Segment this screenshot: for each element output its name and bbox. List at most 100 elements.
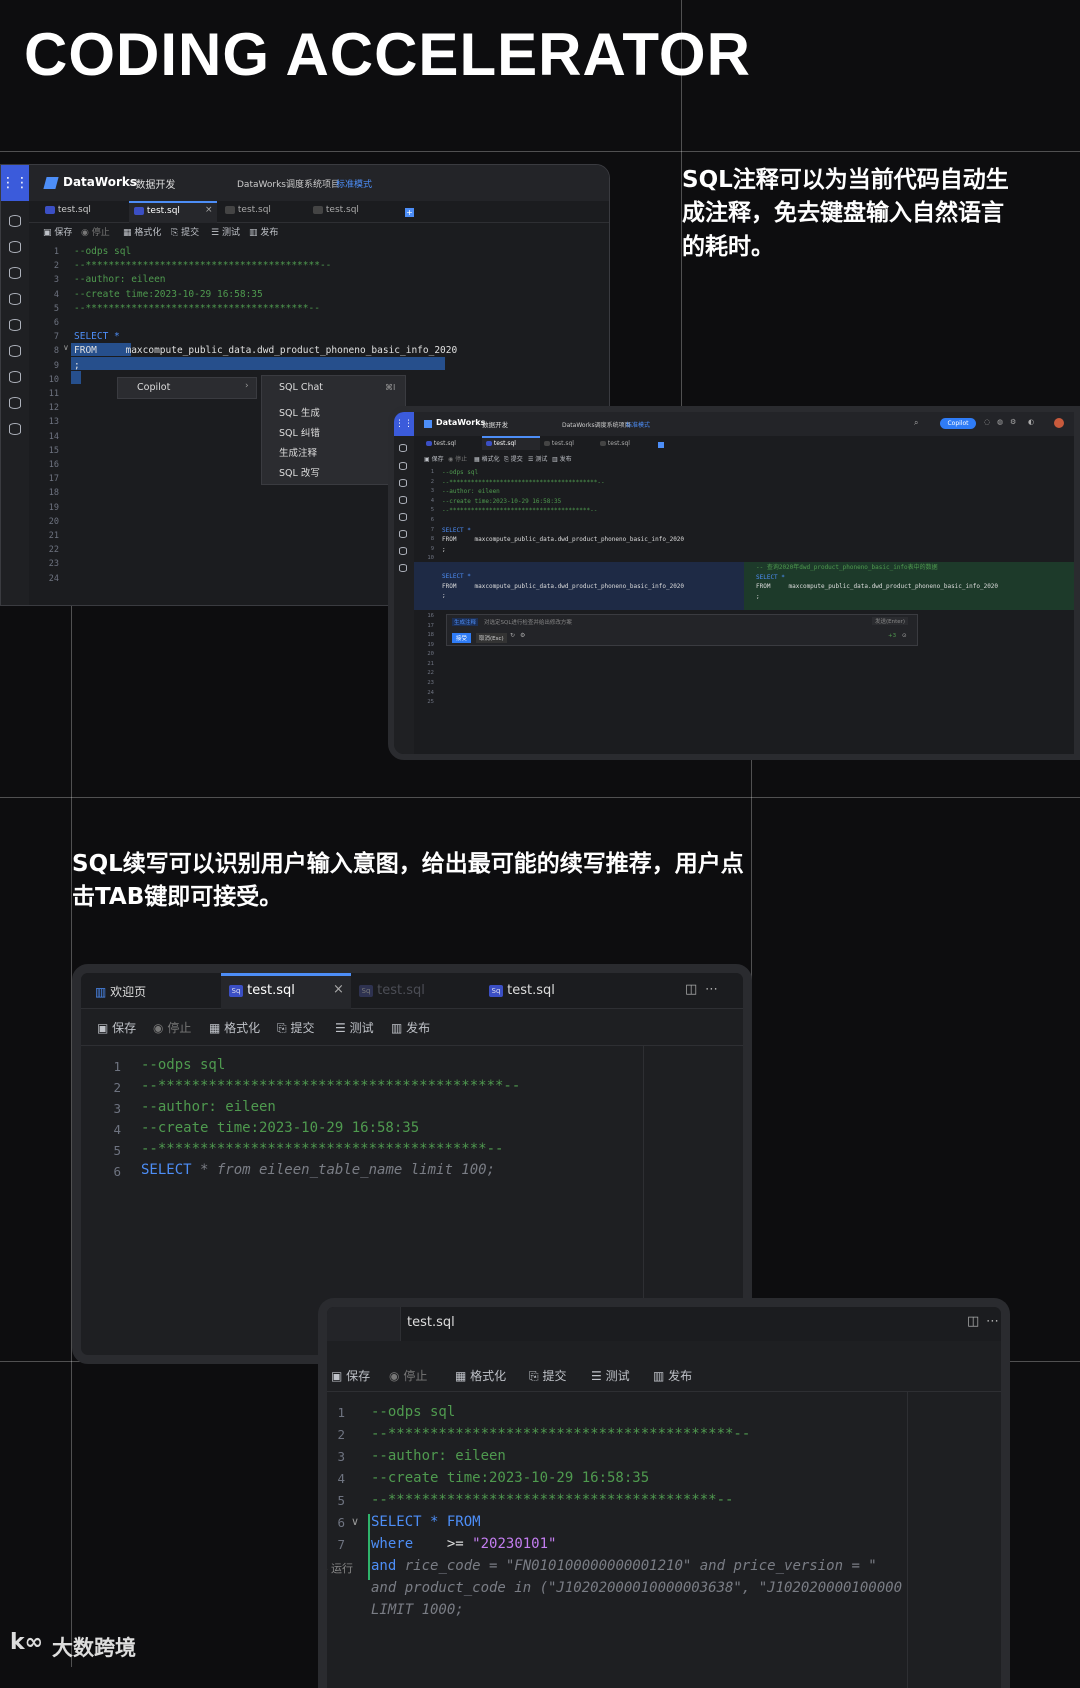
- settings-icon[interactable]: ⚙: [1010, 418, 1016, 426]
- cancel-button[interactable]: 取消(Esc): [476, 633, 507, 643]
- close-icon[interactable]: ×: [333, 982, 344, 997]
- copilot-button[interactable]: Copilot: [940, 418, 976, 429]
- tab-file-active[interactable]: test.sql: [486, 440, 516, 447]
- test-button[interactable]: ☰ 测试: [591, 1367, 630, 1384]
- bell-icon[interactable]: ◍: [997, 418, 1003, 426]
- database-icon[interactable]: [9, 215, 21, 227]
- send-button[interactable]: 发送(Enter): [872, 617, 909, 625]
- format-button[interactable]: ▦ 格式化: [455, 1367, 506, 1384]
- help-icon[interactable]: ◌: [984, 418, 990, 426]
- database-icon[interactable]: [399, 513, 407, 521]
- project-name[interactable]: DataWorks调度系统项目: [237, 177, 340, 190]
- test-button[interactable]: ☰ 测试: [528, 454, 547, 463]
- tab-file[interactable]: test.sql: [45, 205, 91, 215]
- menu-item-sql-generate[interactable]: SQL 生成: [279, 405, 320, 419]
- database-icon[interactable]: [9, 267, 21, 279]
- add-tab-icon[interactable]: +: [405, 208, 414, 217]
- stop-button[interactable]: ◉ 停止: [153, 1019, 191, 1036]
- apps-grid-icon[interactable]: ⋮⋮: [394, 412, 414, 436]
- test-icon: ☰: [528, 456, 534, 463]
- database-icon[interactable]: [9, 293, 21, 305]
- database-icon[interactable]: [399, 496, 407, 504]
- database-icon[interactable]: [399, 547, 407, 555]
- save-button[interactable]: ▣ 保存: [424, 454, 444, 463]
- format-button[interactable]: ▦ 格式化: [474, 454, 500, 463]
- tab-file[interactable]: test.sql: [600, 440, 630, 447]
- publish-button[interactable]: ▥ 发布: [391, 1019, 430, 1036]
- publish-button[interactable]: ▥ 发布: [653, 1367, 692, 1384]
- database-icon[interactable]: [9, 423, 21, 435]
- database-icon[interactable]: [9, 319, 21, 331]
- test-button[interactable]: ☰ 测试: [211, 225, 240, 238]
- stop-button[interactable]: ◉ 停止: [389, 1367, 427, 1384]
- save-button[interactable]: ▣ 保存: [97, 1019, 136, 1036]
- database-icon[interactable]: [9, 241, 21, 253]
- theme-icon[interactable]: ◐: [1028, 418, 1034, 426]
- prompt-input[interactable]: 对选定SQL进行检查并给出修改方案: [484, 618, 572, 626]
- test-button[interactable]: ☰ 测试: [335, 1019, 374, 1036]
- tab-file-active[interactable]: test.sql: [407, 1315, 455, 1330]
- chevron-down-icon[interactable]: ∨: [351, 1515, 359, 1528]
- add-tab-icon[interactable]: [658, 442, 664, 448]
- close-icon[interactable]: ×: [205, 205, 213, 215]
- format-button[interactable]: ▦ 格式化: [209, 1019, 260, 1036]
- publish-button[interactable]: ▥ 发布: [552, 454, 572, 463]
- stop-icon: ◉: [389, 1369, 400, 1383]
- publish-button[interactable]: ▥ 发布: [249, 225, 278, 238]
- settings-icon[interactable]: ⚙: [520, 632, 525, 639]
- tab-file-active[interactable]: Sq test.sql: [229, 983, 295, 998]
- code-editor[interactable]: --odps sql --***************************…: [371, 1401, 902, 1621]
- submit-button[interactable]: ⎘ 提交: [277, 1019, 314, 1036]
- inline-suggestion[interactable]: rice_code = "FN010100000000001210" and p…: [396, 1558, 877, 1574]
- database-icon[interactable]: [399, 479, 407, 487]
- save-button[interactable]: ▣ 保存: [43, 225, 72, 238]
- tab-file[interactable]: Sq test.sql: [489, 983, 555, 998]
- tab-file[interactable]: test.sql: [313, 205, 359, 215]
- menu-item-sql-rewrite[interactable]: SQL 改写: [279, 465, 320, 479]
- database-icon[interactable]: [399, 444, 407, 452]
- play-icon[interactable]: ▷ 运行: [327, 1560, 353, 1576]
- refresh-icon[interactable]: ↻: [510, 632, 515, 639]
- inline-suggestion[interactable]: LIMIT 1000;: [371, 1602, 464, 1618]
- more-icon[interactable]: ⋯: [705, 982, 718, 997]
- database-icon[interactable]: [9, 345, 21, 357]
- menu-item-sql-fix[interactable]: SQL 纠错: [279, 425, 320, 439]
- tab-file[interactable]: test.sql: [225, 205, 271, 215]
- database-icon[interactable]: [9, 397, 21, 409]
- submit-button[interactable]: ⎘ 提交: [529, 1367, 566, 1384]
- stop-button[interactable]: ◉ 停止: [81, 225, 110, 238]
- project-name[interactable]: DataWorks调度系统项目: [562, 420, 631, 429]
- apps-grid-icon[interactable]: ⋮⋮: [1, 165, 29, 201]
- tab-file[interactable]: test.sql: [426, 440, 456, 447]
- thumbs-down-icon[interactable]: ⊙: [902, 633, 907, 639]
- menu-item-generate-comment[interactable]: 生成注释: [279, 445, 317, 459]
- split-editor-icon[interactable]: ◫: [967, 1314, 979, 1329]
- tab-file[interactable]: test.sql: [544, 440, 574, 447]
- submit-button[interactable]: ⎘ 提交: [504, 454, 523, 464]
- save-button[interactable]: ▣ 保存: [331, 1367, 370, 1384]
- tab-file-preview[interactable]: Sq test.sql: [359, 983, 425, 998]
- database-icon[interactable]: [9, 371, 21, 383]
- code-editor[interactable]: --odps sql --***************************…: [74, 245, 457, 373]
- avatar[interactable]: [1054, 418, 1064, 428]
- search-icon[interactable]: ⌕: [914, 418, 918, 428]
- database-icon[interactable]: [399, 530, 407, 538]
- submit-button[interactable]: ⎘ 提交: [171, 225, 199, 238]
- database-icon[interactable]: [399, 564, 407, 572]
- menu-item-sql-chat[interactable]: SQL Chat: [279, 382, 323, 393]
- code-editor[interactable]: --odps sql --***************************…: [141, 1055, 520, 1181]
- chevron-down-icon[interactable]: ∨: [63, 343, 69, 352]
- inline-suggestion[interactable]: * from eileen_table_name limit 100;: [192, 1162, 495, 1178]
- accept-button[interactable]: 接受: [452, 633, 472, 643]
- menu-item-copilot[interactable]: Copilot: [137, 382, 170, 393]
- inline-suggestion[interactable]: and product_code in ("J10202000010000003…: [371, 1580, 902, 1596]
- stop-button[interactable]: ◉ 停止: [448, 454, 467, 463]
- database-icon[interactable]: [399, 462, 407, 470]
- code-editor[interactable]: --odps sql --***************************…: [442, 468, 684, 554]
- format-button[interactable]: ▦ 格式化: [123, 225, 161, 238]
- thumbs-up-icon[interactable]: +3: [888, 633, 896, 639]
- more-icon[interactable]: ⋯: [986, 1314, 999, 1329]
- tab-file-active[interactable]: test.sql: [134, 206, 180, 216]
- split-editor-icon[interactable]: ◫: [685, 982, 697, 997]
- tab-welcome[interactable]: ▥ 欢迎页: [95, 983, 146, 1000]
